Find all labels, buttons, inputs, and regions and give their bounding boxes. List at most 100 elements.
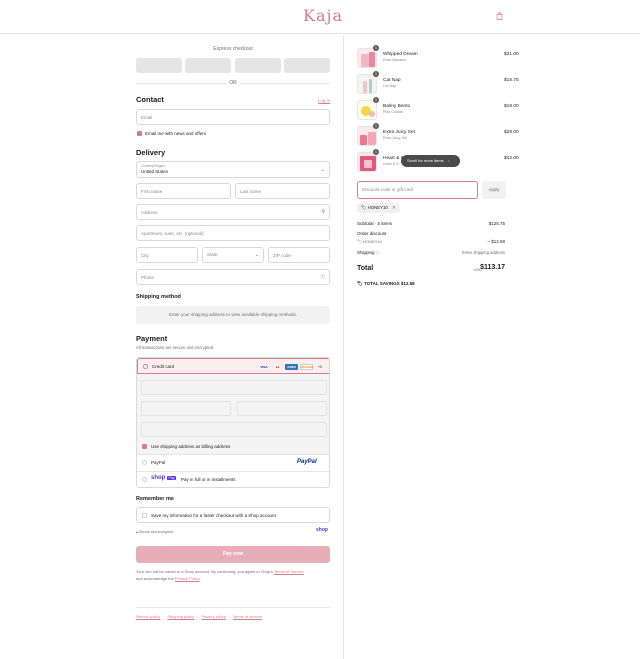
savings-row: 🏷︎ TOTAL SAVINGS $12.58 xyxy=(357,281,415,287)
tag-icon: 🏷︎ xyxy=(357,281,363,286)
login-link[interactable]: Log in xyxy=(318,98,330,103)
shoppay-option[interactable]: shop Pay Pay in full or in installments xyxy=(137,471,329,487)
billing-checkbox[interactable] xyxy=(142,444,147,449)
paypal-radio[interactable] xyxy=(142,460,147,465)
subtotal-value: $125.75 xyxy=(488,221,505,226)
zip-placeholder: ZIP code xyxy=(273,253,291,258)
item-name: Balmy Bento xyxy=(383,104,411,109)
paypal-label: PayPal xyxy=(151,460,166,465)
paypal-option[interactable]: PayPal PayPal xyxy=(137,454,329,470)
country-select[interactable]: Country/Region United States ⌄ xyxy=(136,161,330,178)
discount-code-label: HONEY10 xyxy=(363,239,382,244)
privacy-policy-link[interactable]: Privacy policy xyxy=(201,614,225,619)
remember-title: Remember me xyxy=(136,496,174,502)
state-select[interactable]: State ⌄ xyxy=(202,247,264,263)
or-label: OR xyxy=(226,80,240,86)
remember-checkbox[interactable] xyxy=(142,513,147,518)
credit-card-radio[interactable] xyxy=(143,364,148,369)
first-name-placeholder: First name xyxy=(141,189,163,194)
card-expiry-field[interactable] xyxy=(141,401,231,416)
help-circle-icon[interactable]: ⓘ xyxy=(376,250,380,255)
scroll-more-button[interactable]: Scroll for more items ↓ xyxy=(401,155,460,167)
remove-discount-icon[interactable]: ✕ xyxy=(392,205,396,210)
news-checkbox[interactable] xyxy=(137,131,142,136)
shoppay-radio[interactable] xyxy=(142,477,147,482)
privacy-link[interactable]: Privacy Policy xyxy=(175,576,200,581)
delivery-title: Delivery xyxy=(136,148,166,157)
discount-code-field[interactable]: Discount code or gift card xyxy=(357,181,478,199)
arrow-down-icon: ↓ xyxy=(447,158,450,163)
pay-now-button[interactable]: Pay now xyxy=(136,546,330,563)
apartment-placeholder: Apartment, suite, etc. (optional) xyxy=(141,231,204,236)
order-discount-row: Order discount xyxy=(357,231,505,236)
legal-text: Your info will be saved to a Shop accoun… xyxy=(136,568,336,582)
card-cvv-field[interactable] xyxy=(237,401,327,416)
express-checkout-title: Express checkout xyxy=(213,46,253,52)
product-thumbnail xyxy=(357,100,377,120)
discover-icon: DISCOVER xyxy=(300,364,313,370)
cart-item: 1 Extra Juicy Set Extra Juicy Set $28.00 xyxy=(357,123,519,150)
cart-item: 1 Balmy Bento Piña Colada $19.00 xyxy=(357,97,519,124)
credit-card-option[interactable]: Credit card VISA ●● AMEX DISCOVER +6 xyxy=(137,358,329,374)
remember-label: Save my information for a faster checkou… xyxy=(151,513,276,518)
paypal-logo: PayPal xyxy=(297,459,317,465)
item-variant: Heart & S... xyxy=(383,162,402,166)
news-label: Email me with news and offers xyxy=(145,131,206,136)
remember-option[interactable]: Save my information for a faster checkou… xyxy=(136,507,330,523)
product-thumbnail xyxy=(357,74,377,94)
refund-policy-link[interactable]: Refund policy xyxy=(136,614,160,619)
item-variant: Rose Macaron xyxy=(383,58,407,62)
legal-end: . xyxy=(199,576,201,581)
product-thumbnail xyxy=(357,126,377,146)
express-pay-button-4[interactable] xyxy=(284,58,330,73)
apartment-field[interactable]: Apartment, suite, etc. (optional) xyxy=(136,225,330,241)
shop-logo: shop xyxy=(316,527,328,533)
credit-card-label: Credit card xyxy=(152,364,175,369)
quantity-badge: 1 xyxy=(373,97,379,103)
amex-icon: AMEX xyxy=(285,364,298,370)
apply-discount-button[interactable]: Apply xyxy=(482,181,506,199)
visa-icon: VISA xyxy=(260,365,268,369)
order-discount-label: Order discount xyxy=(357,231,387,236)
shipping-policy-link[interactable]: Shipping policy xyxy=(167,614,194,619)
item-variant: Extra Juicy Set xyxy=(383,136,407,140)
legal-text-2: and acknowledge the xyxy=(136,576,175,581)
city-field[interactable]: City xyxy=(136,247,198,263)
zip-field[interactable]: ZIP code xyxy=(268,247,330,263)
item-price: $42.00 xyxy=(504,156,519,161)
address-field[interactable]: Address ⚲ xyxy=(136,204,330,220)
discount-value: – $12.58 xyxy=(487,239,505,244)
total-value: $113.17 xyxy=(480,264,505,271)
shipping-method-title: Shipping method xyxy=(136,294,181,300)
last-name-field[interactable]: Last name xyxy=(235,183,330,199)
express-pay-button-1[interactable] xyxy=(136,58,182,73)
email-field[interactable]: Email xyxy=(136,109,330,125)
product-thumbnail xyxy=(357,152,377,172)
card-name-field[interactable] xyxy=(141,422,327,437)
country-label: Country/Region xyxy=(141,164,166,168)
phone-placeholder: Phone xyxy=(141,275,155,280)
first-name-field[interactable]: First name xyxy=(136,183,231,199)
last-name-placeholder: Last name xyxy=(240,189,262,194)
terms-of-service-link[interactable]: Terms of service xyxy=(233,614,262,619)
cart-item: 1 Whipped Dream Rose Macaron $21.00 xyxy=(357,45,519,72)
express-pay-button-3[interactable] xyxy=(235,58,281,73)
terms-link[interactable]: Terms of Service xyxy=(274,569,304,574)
item-price: $28.00 xyxy=(504,130,519,135)
card-number-field[interactable] xyxy=(141,380,327,395)
help-circle-icon[interactable]: ⓘ xyxy=(321,274,326,280)
quantity-badge: 1 xyxy=(373,71,379,77)
store-logo[interactable]: Kaja xyxy=(303,6,343,25)
discount-placeholder: Discount code or gift card xyxy=(362,187,414,192)
quantity-badge: 1 xyxy=(373,123,379,129)
item-name: Extra Juicy Set xyxy=(383,130,415,135)
phone-field[interactable]: Phone ⓘ xyxy=(136,269,330,285)
shipping-row: Shipping ⓘ Enter shipping address xyxy=(357,250,505,256)
total-label: Total xyxy=(357,265,374,272)
cart-item: 1 Cat Nap Cat Nap $15.75 xyxy=(357,71,519,98)
state-placeholder: State xyxy=(207,252,218,257)
product-thumbnail xyxy=(357,48,377,68)
cart-bag-icon[interactable] xyxy=(496,12,503,20)
tag-icon: 🏷︎ xyxy=(361,205,367,210)
express-pay-button-2[interactable] xyxy=(185,58,231,73)
